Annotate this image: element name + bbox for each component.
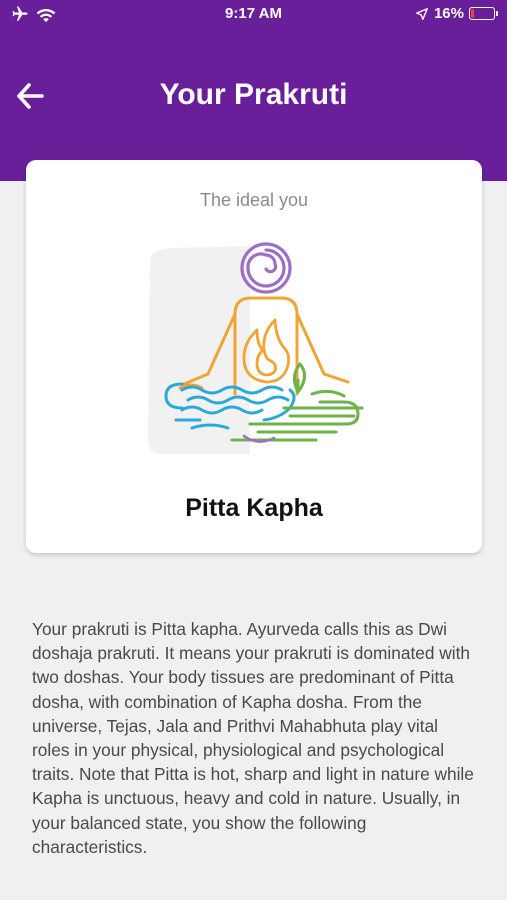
page-title: Your Prakruti <box>159 78 348 111</box>
status-right: 16% <box>415 5 498 22</box>
battery-percent: 16% <box>433 5 464 22</box>
card-subtitle: The ideal you <box>199 190 309 210</box>
status-bar: 9:17 AM 16% <box>0 0 507 30</box>
meditation-illustration <box>148 242 364 454</box>
prakruti-description: Your prakruti is Pitta kapha. Ayurveda c… <box>32 619 474 857</box>
battery-level <box>471 9 474 18</box>
prakruti-card: The ideal you Pitta Kapha <box>26 160 482 553</box>
battery-icon <box>469 7 498 20</box>
flame-icon <box>242 318 291 384</box>
dosha-name: Pitta Kapha <box>185 494 323 522</box>
spiral-icon <box>240 242 292 294</box>
location-arrow-icon <box>416 7 428 20</box>
